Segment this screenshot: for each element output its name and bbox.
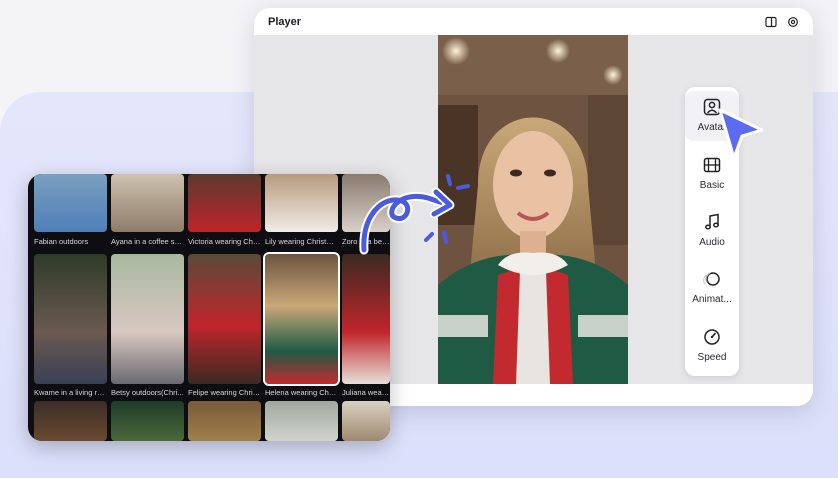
avatar-thumbnail	[111, 254, 184, 384]
toolbar-label-basic: Basic	[699, 180, 725, 191]
avatar-caption: Helena wearing Chris...	[265, 388, 338, 397]
avatar-caption: Ayana in a coffee sh...	[111, 237, 184, 246]
player-title: Player	[268, 15, 302, 28]
avatar-caption: Betsy outdoors(Chri...	[111, 388, 184, 397]
avatar-thumbnail	[188, 174, 261, 232]
avatar-thumbnail	[265, 401, 338, 441]
avatar-caption: Lily wearing Christm...	[265, 237, 338, 246]
avatar-thumbnail	[34, 254, 107, 384]
avatar-caption: Juliana wearin...	[342, 388, 390, 397]
toolbar-item-animation[interactable]: Animat...	[685, 263, 739, 313]
avatar-caption: Fabian outdoors	[34, 237, 89, 246]
player-header: Player	[254, 8, 813, 35]
toolbar-label-animation: Animat...	[692, 294, 732, 305]
avatar-thumbnail-selected	[263, 252, 340, 386]
avatar-thumbnail	[188, 401, 261, 441]
avatar-thumbnail	[342, 254, 390, 384]
avatar-caption: Kwame in a living ro...	[34, 388, 107, 397]
toolbar-label-audio: Audio	[699, 237, 725, 248]
speedometer-icon	[704, 329, 720, 345]
toolbar-label-speed: Speed	[697, 352, 727, 363]
toolbar-item-speed[interactable]: Speed	[685, 321, 739, 371]
animation-icon	[703, 272, 720, 286]
avatar-gallery: Fabian outdoors Ayana in a coffee sh... …	[28, 174, 390, 441]
avatar-thumbnail	[34, 174, 107, 232]
panel-icon[interactable]	[765, 16, 777, 28]
avatar-thumbnail	[111, 174, 184, 232]
avatar-thumbnail	[34, 401, 107, 441]
avatar-caption: Felipe wearing Christ...	[188, 388, 261, 397]
header-icons	[765, 16, 799, 28]
toolbar-item-audio[interactable]: Audio	[685, 206, 739, 256]
avatar-thumbnail	[265, 174, 338, 232]
mouse-pointer-icon	[718, 108, 764, 160]
avatar-caption: Victoria wearing Chris...	[188, 237, 261, 246]
music-note-icon	[705, 213, 719, 230]
swoosh-arrow-icon	[359, 174, 470, 255]
avatar-thumbnail	[342, 401, 390, 441]
avatar-thumbnail	[111, 401, 184, 441]
avatar-thumbnail	[188, 254, 261, 384]
settings-icon[interactable]	[787, 16, 799, 28]
